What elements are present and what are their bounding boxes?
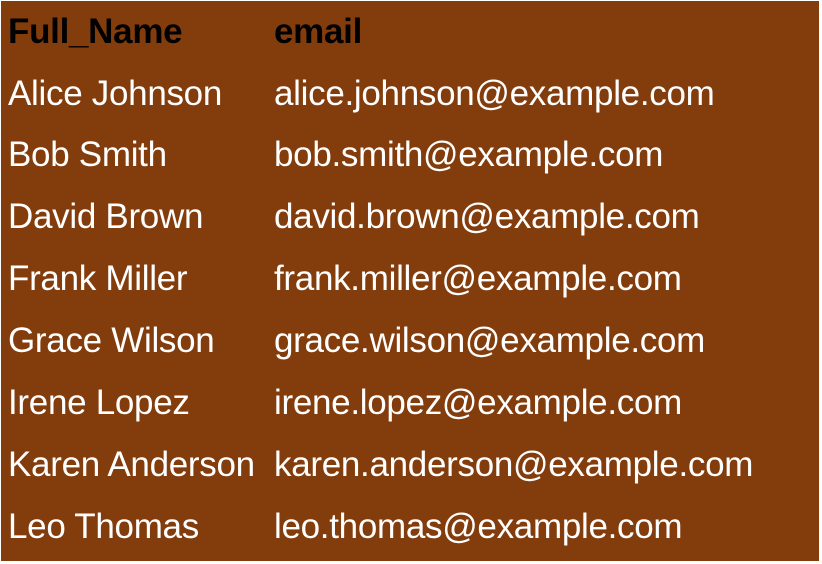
contacts-table: Full_Name email Alice Johnson alice.johns…	[1, 1, 819, 558]
email-cell[interactable]: leo.thomas@example.com	[274, 496, 819, 558]
table-header: Full_Name email	[1, 1, 819, 63]
full-name-cell[interactable]: Grace Wilson	[1, 310, 274, 372]
spreadsheet-view: Full_Name email Alice Johnson alice.johns…	[0, 0, 822, 564]
email-cell[interactable]: alice.johnson@example.com	[274, 63, 819, 124]
email-cell[interactable]: irene.lopez@example.com	[274, 372, 819, 434]
full-name-cell[interactable]: Frank Miller	[1, 248, 274, 310]
email-cell[interactable]: bob.smith@example.com	[274, 124, 819, 186]
table-row: Grace Wilson grace.wilson@example.com	[1, 310, 819, 372]
full-name-cell[interactable]: Bob Smith	[1, 124, 274, 186]
header-row: Full_Name email	[1, 1, 819, 63]
table-row: Bob Smith bob.smith@example.com	[1, 124, 819, 186]
table-row: Leo Thomas leo.thomas@example.com	[1, 496, 819, 558]
table-container: Full_Name email Alice Johnson alice.johns…	[1, 1, 819, 561]
full-name-cell[interactable]: Irene Lopez	[1, 372, 274, 434]
full-name-cell[interactable]: Alice Johnson	[1, 63, 274, 124]
column-header-full-name[interactable]: Full_Name	[1, 1, 274, 63]
email-cell[interactable]: frank.miller@example.com	[274, 248, 819, 310]
email-cell[interactable]: david.brown@example.com	[274, 186, 819, 248]
table-row: David Brown david.brown@example.com	[1, 186, 819, 248]
table-row: Frank Miller frank.miller@example.com	[1, 248, 819, 310]
table-row: Karen Anderson karen.anderson@example.com	[1, 434, 819, 496]
full-name-cell[interactable]: Karen Anderson	[1, 434, 274, 496]
table-row: Alice Johnson alice.johnson@example.com	[1, 63, 819, 124]
table-body: Alice Johnson alice.johnson@example.com Bo…	[1, 63, 819, 558]
full-name-cell[interactable]: David Brown	[1, 186, 274, 248]
email-cell[interactable]: karen.anderson@example.com	[274, 434, 819, 496]
email-cell[interactable]: grace.wilson@example.com	[274, 310, 819, 372]
full-name-cell[interactable]: Leo Thomas	[1, 496, 274, 558]
column-header-email[interactable]: email	[274, 1, 819, 63]
table-row: Irene Lopez irene.lopez@example.com	[1, 372, 819, 434]
